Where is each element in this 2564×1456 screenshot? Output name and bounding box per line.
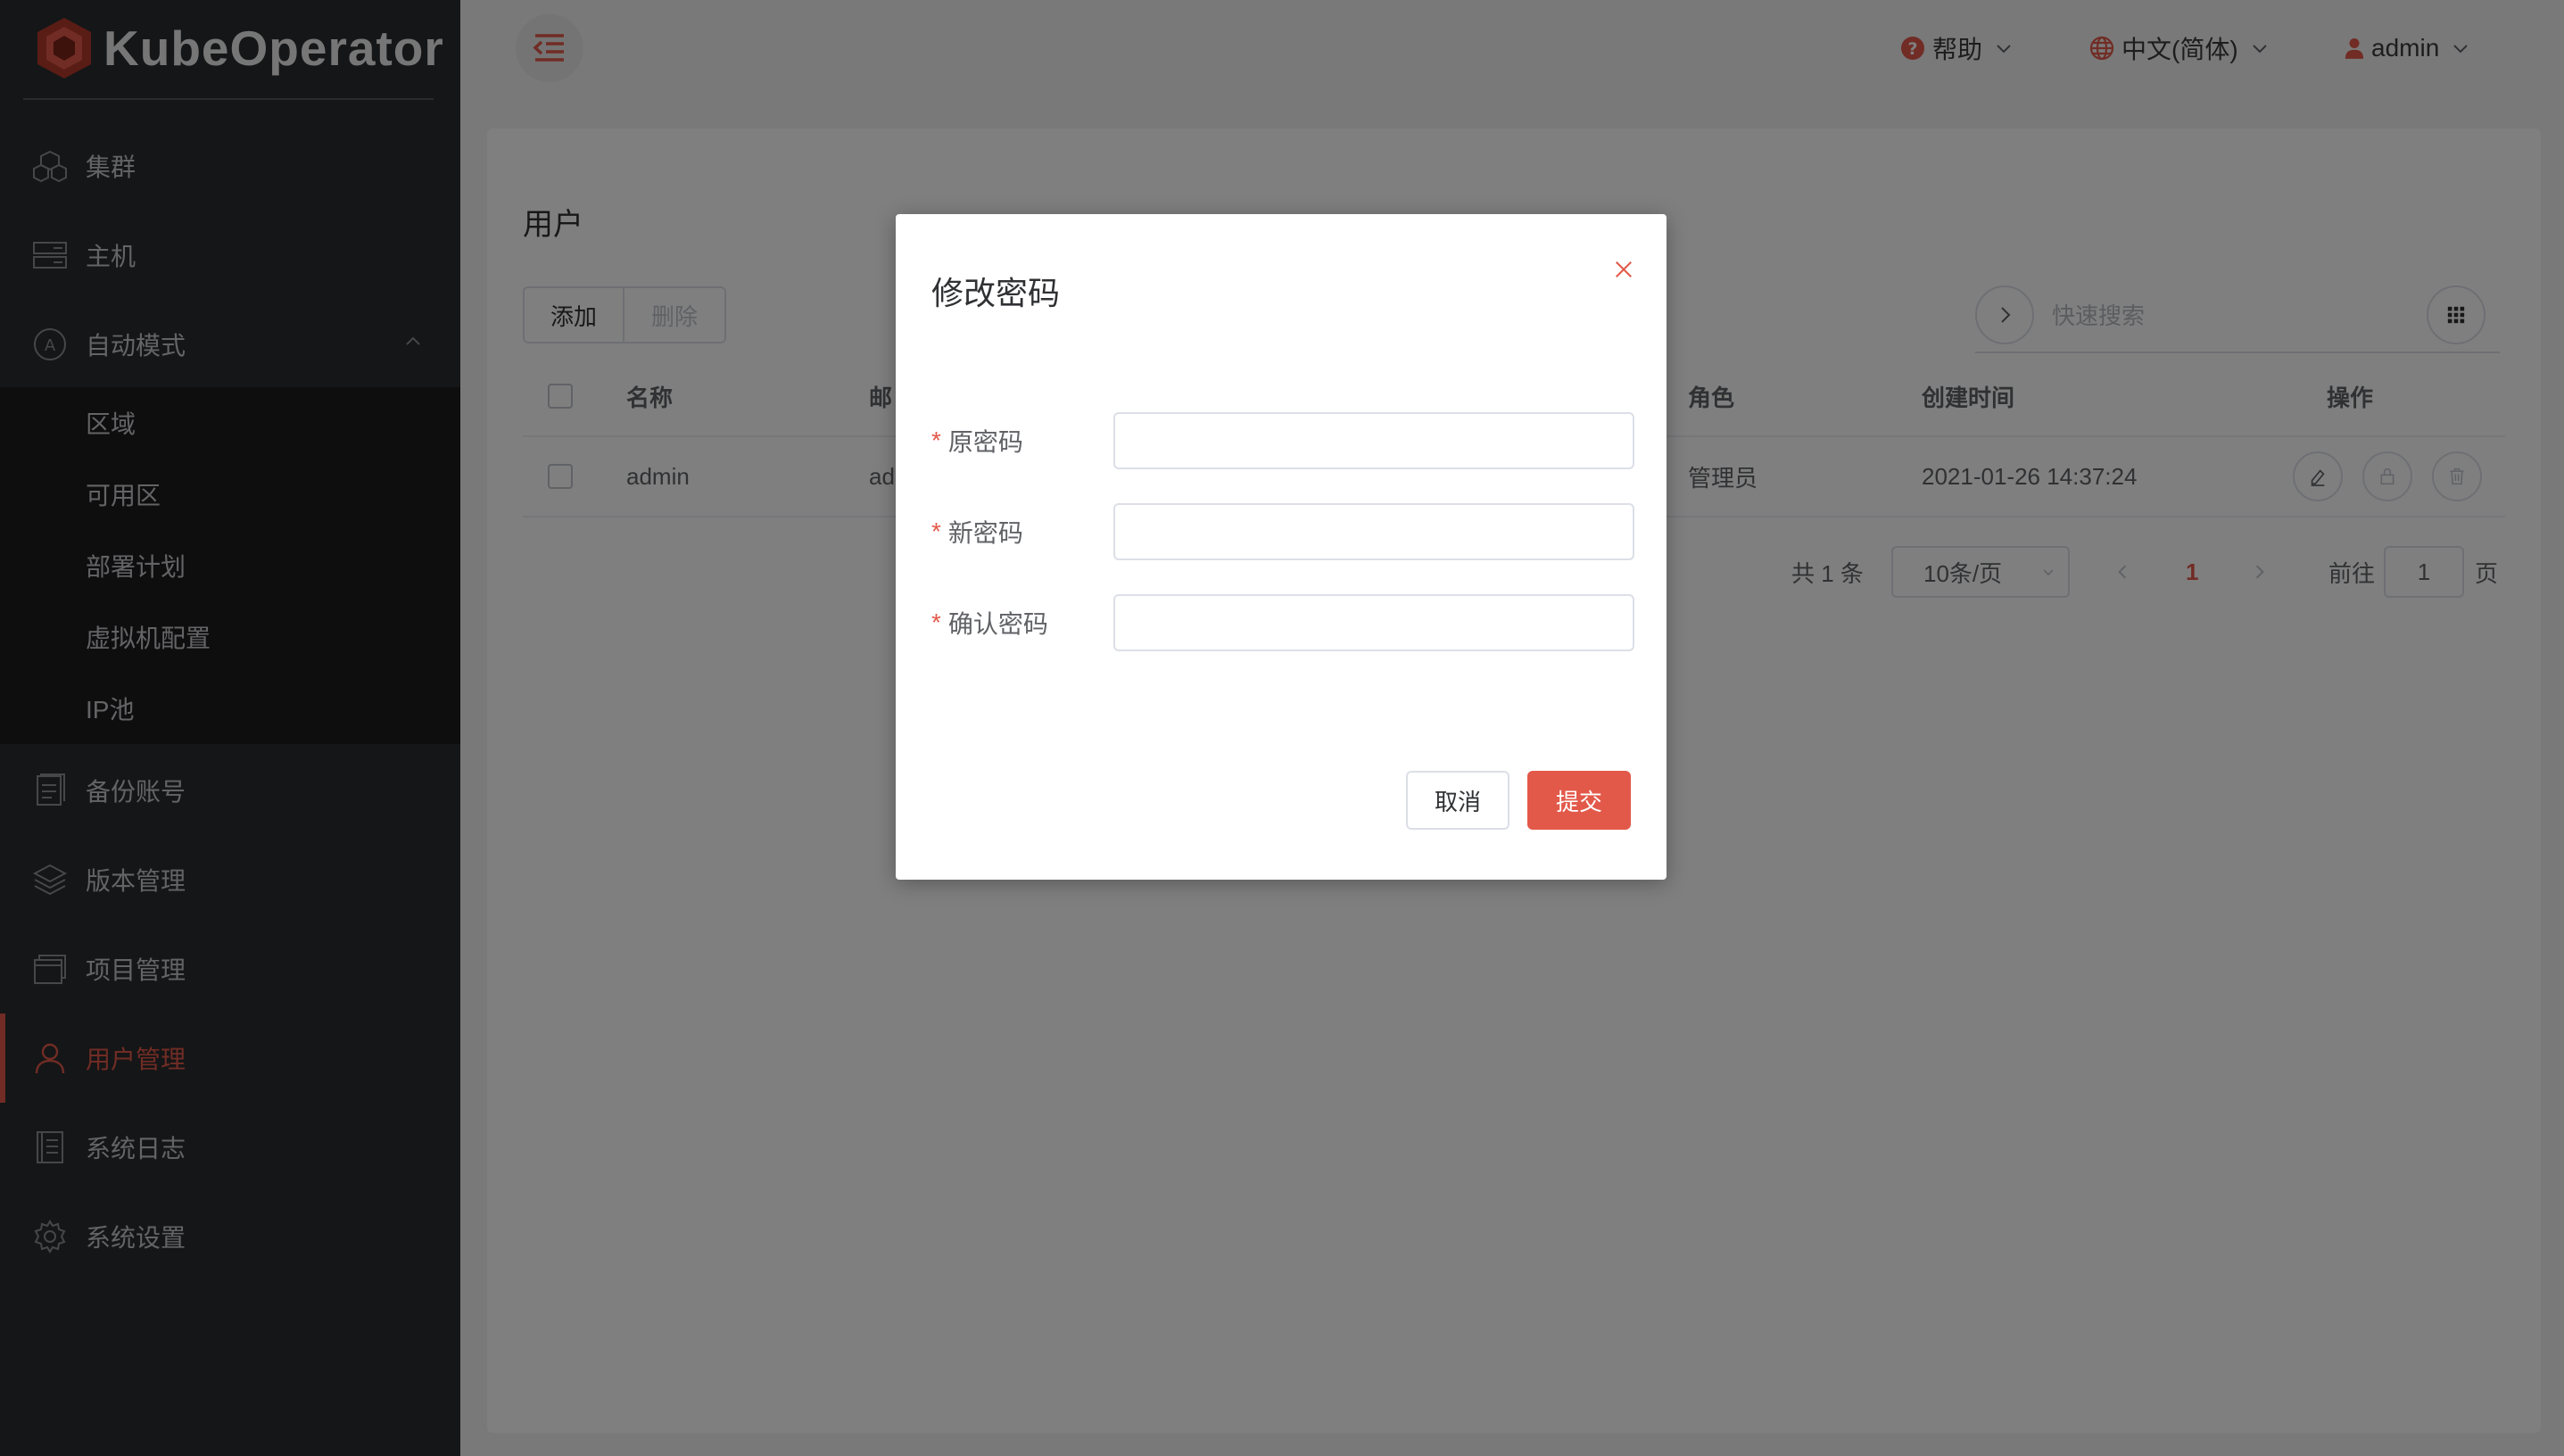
old-password-label: * 原密码 bbox=[931, 412, 1023, 469]
confirm-password-label: * 确认密码 bbox=[931, 594, 1048, 651]
form-row-new-password: * 新密码 bbox=[931, 503, 1636, 560]
app-root: KubeOperator 集群 主机 A 自动模式 区域 可用区 部署计划 bbox=[0, 0, 2564, 1456]
change-password-dialog: 修改密码 * 原密码 * 新密码 * 确认密码 取消 提交 bbox=[896, 214, 1667, 880]
submit-button[interactable]: 提交 bbox=[1527, 771, 1631, 830]
dialog-title: 修改密码 bbox=[931, 275, 1061, 311]
new-password-label: * 新密码 bbox=[931, 503, 1023, 560]
new-password-field[interactable] bbox=[1113, 503, 1634, 560]
old-password-field[interactable] bbox=[1113, 412, 1634, 469]
cancel-button[interactable]: 取消 bbox=[1406, 771, 1509, 830]
required-mark: * bbox=[931, 426, 941, 454]
confirm-password-label-text: 确认密码 bbox=[947, 610, 1048, 638]
old-password-label-text: 原密码 bbox=[947, 428, 1023, 456]
new-password-label-text: 新密码 bbox=[947, 519, 1023, 547]
form-row-old-password: * 原密码 bbox=[931, 412, 1636, 469]
required-mark: * bbox=[931, 608, 941, 636]
close-button[interactable] bbox=[1604, 250, 1643, 289]
close-icon bbox=[1616, 261, 1632, 277]
form-row-confirm-password: * 确认密码 bbox=[931, 594, 1636, 651]
confirm-password-field[interactable] bbox=[1113, 594, 1634, 651]
required-mark: * bbox=[931, 517, 941, 545]
